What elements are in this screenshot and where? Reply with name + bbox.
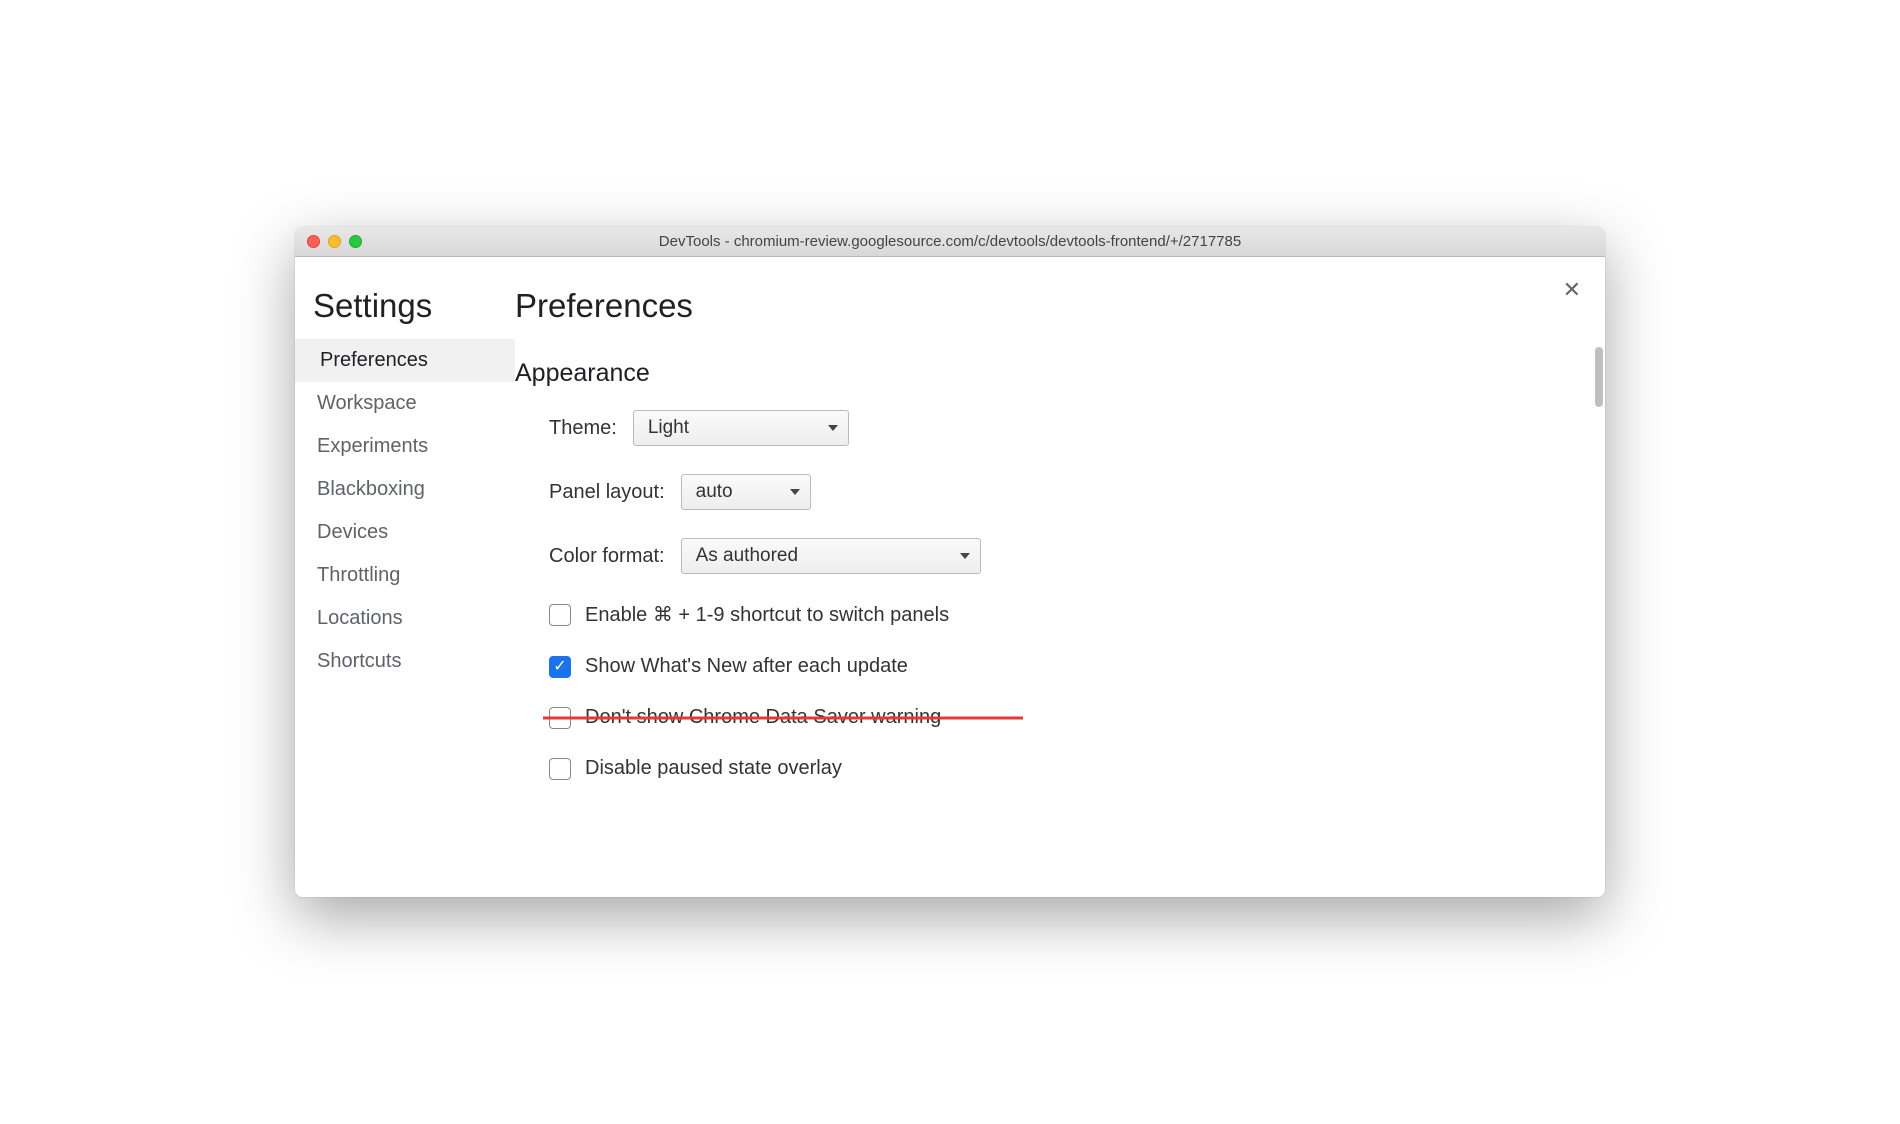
disable-overlay-checkbox[interactable] (549, 758, 571, 780)
sidebar-item-label: Blackboxing (317, 478, 425, 500)
whats-new-checkbox[interactable]: ✓ (549, 656, 571, 678)
sidebar-item-devices[interactable]: Devices (295, 511, 515, 554)
disable-overlay-label: Disable paused state overlay (585, 757, 842, 780)
sidebar-item-label: Throttling (317, 564, 400, 586)
sidebar-item-blackboxing[interactable]: Blackboxing (295, 468, 515, 511)
sidebar-item-label: Experiments (317, 435, 428, 457)
maximize-window-button[interactable] (349, 235, 362, 248)
data-saver-row[interactable]: Don't show Chrome Data Saver warning (549, 706, 1575, 729)
chevron-down-icon (960, 553, 970, 559)
chevron-down-icon (790, 489, 800, 495)
scrollbar-thumb[interactable] (1595, 347, 1603, 407)
traffic-lights (307, 235, 362, 248)
color-format-row: Color format: As authored (549, 538, 1575, 574)
sidebar-item-label: Preferences (320, 349, 428, 371)
section-appearance-body: Theme: Light Panel layout: auto (515, 410, 1575, 780)
enable-shortcut-checkbox[interactable] (549, 604, 571, 626)
panel-layout-row: Panel layout: auto (549, 474, 1575, 510)
panel-layout-label: Panel layout: (549, 481, 665, 504)
color-format-label: Color format: (549, 545, 665, 568)
sidebar-item-shortcuts[interactable]: Shortcuts (295, 640, 515, 683)
theme-row: Theme: Light (549, 410, 1575, 446)
content: ✕ Settings Preferences Workspace Experim… (295, 257, 1605, 897)
enable-shortcut-row[interactable]: Enable ⌘ + 1-9 shortcut to switch panels (549, 602, 1575, 627)
sidebar-item-experiments[interactable]: Experiments (295, 425, 515, 468)
theme-label: Theme: (549, 417, 617, 440)
sidebar: Settings Preferences Workspace Experimen… (295, 257, 515, 897)
section-appearance-title: Appearance (515, 359, 1575, 388)
sidebar-item-label: Workspace (317, 392, 417, 414)
strikethrough-annotation (543, 716, 1023, 719)
sidebar-item-throttling[interactable]: Throttling (295, 554, 515, 597)
enable-shortcut-label: Enable ⌘ + 1-9 shortcut to switch panels (585, 602, 949, 627)
sidebar-item-locations[interactable]: Locations (295, 597, 515, 640)
sidebar-item-label: Shortcuts (317, 650, 401, 672)
color-format-select-value: As authored (696, 545, 798, 567)
theme-select[interactable]: Light (633, 410, 849, 446)
panel-layout-select-value: auto (696, 481, 733, 503)
whats-new-row[interactable]: ✓ Show What's New after each update (549, 655, 1575, 678)
app-window: DevTools - chromium-review.googlesource.… (295, 227, 1605, 897)
minimize-window-button[interactable] (328, 235, 341, 248)
sidebar-item-label: Devices (317, 521, 388, 543)
close-icon[interactable]: ✕ (1563, 279, 1581, 301)
titlebar[interactable]: DevTools - chromium-review.googlesource.… (295, 227, 1605, 257)
color-format-select[interactable]: As authored (681, 538, 981, 574)
chevron-down-icon (828, 425, 838, 431)
main-panel: Preferences Appearance Theme: Light Pane… (515, 257, 1605, 897)
page-title: Preferences (515, 287, 1575, 325)
checkmark-icon: ✓ (553, 659, 566, 675)
close-window-button[interactable] (307, 235, 320, 248)
sidebar-item-label: Locations (317, 607, 403, 629)
theme-select-value: Light (648, 417, 689, 439)
sidebar-title: Settings (295, 287, 515, 339)
sidebar-item-workspace[interactable]: Workspace (295, 382, 515, 425)
sidebar-item-preferences[interactable]: Preferences (295, 339, 515, 382)
panel-layout-select[interactable]: auto (681, 474, 811, 510)
disable-overlay-row[interactable]: Disable paused state overlay (549, 757, 1575, 780)
window-title: DevTools - chromium-review.googlesource.… (305, 233, 1595, 250)
whats-new-label: Show What's New after each update (585, 655, 908, 678)
